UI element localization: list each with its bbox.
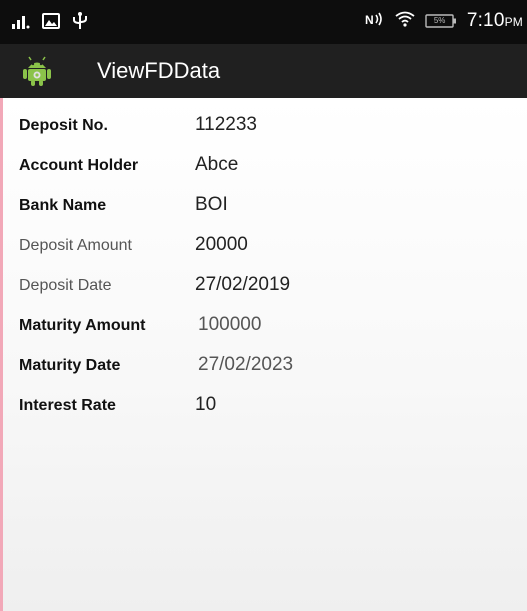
android-icon (20, 53, 54, 87)
svg-text:N: N (365, 13, 374, 27)
status-bar: N 5% 7:10PM (0, 0, 527, 44)
maturity-date-label: Maturity Date (19, 357, 121, 374)
time-ampm: PM (504, 15, 523, 29)
bank-name-value: BOI (195, 194, 228, 215)
wifi-icon (395, 11, 415, 32)
usb-icon (72, 12, 88, 35)
volte-icon: N (365, 11, 385, 32)
time-text: 7:10 (466, 10, 505, 31)
interest-rate-label: Interest Rate (19, 397, 116, 414)
interest-rate-value: 10 (195, 394, 217, 415)
field-row-account-holder: Account Holder Abce (0, 147, 527, 187)
screen: N 5% 7:10PM ViewFDData Deposit No. 11223… (0, 0, 527, 611)
image-icon (42, 13, 60, 34)
battery-icon: 5% (425, 13, 457, 29)
maturity-amount-value: 100000 (198, 314, 262, 335)
deposit-no-value: 112233 (195, 114, 257, 135)
status-left-icons (12, 12, 88, 35)
account-holder-value: Abce (195, 154, 239, 175)
signal-icon (12, 13, 30, 34)
field-row-deposit-no: Deposit No. 112233 (0, 107, 527, 147)
deposit-date-value: 27/02/2019 (195, 274, 291, 295)
app-bar: ViewFDData (0, 44, 527, 98)
field-row-bank-name: Bank Name BOI (0, 187, 527, 227)
maturity-date-value: 27/02/2023 (198, 354, 294, 375)
left-edge-accent (0, 98, 3, 611)
field-row-deposit-amount: Deposit Amount 20000 (0, 227, 527, 267)
deposit-amount-label: Deposit Amount (19, 237, 132, 254)
deposit-amount-value: 20000 (195, 234, 248, 255)
field-row-maturity-date: Maturity Date 27/02/2023 (0, 347, 527, 387)
maturity-amount-label: Maturity Amount (19, 317, 146, 334)
status-time: 7:10PM (467, 10, 523, 32)
deposit-no-label: Deposit No. (19, 117, 108, 134)
field-row-maturity-amount: Maturity Amount 100000 (0, 307, 527, 347)
bank-name-label: Bank Name (19, 197, 107, 214)
details-panel: Deposit No. 112233 Account Holder Abce B… (0, 98, 527, 611)
deposit-date-label: Deposit Date (19, 277, 112, 294)
account-holder-label: Account Holder (19, 157, 139, 174)
status-right-icons: N 5% 7:10PM (365, 10, 523, 32)
battery-percent: 5% (433, 16, 446, 25)
app-title: ViewFDData (97, 58, 221, 83)
field-row-interest-rate: Interest Rate 10 (0, 387, 527, 427)
field-row-deposit-date: Deposit Date 27/02/2019 (0, 267, 527, 307)
